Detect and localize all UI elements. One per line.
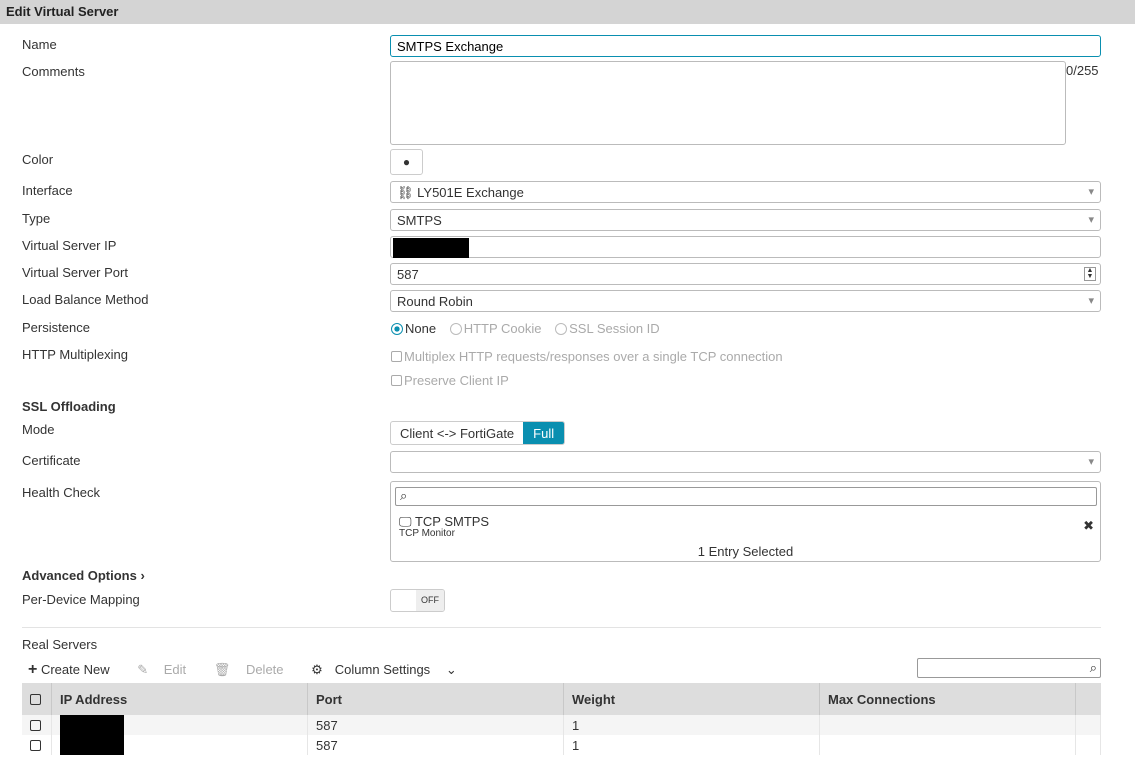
interface-value: LY501E Exchange [417, 185, 524, 200]
mode-label: Mode [22, 422, 55, 437]
real-servers-table: IP Address Port Weight Max Connections 5… [22, 683, 1101, 755]
health-item-sub: TCP Monitor [399, 528, 455, 539]
chevron-right-icon: › [140, 568, 145, 583]
comments-counter: 0/255 [1066, 63, 1099, 78]
lbm-label: Load Balance Method [22, 292, 149, 307]
advanced-options-toggle[interactable]: Advanced Options › [22, 568, 145, 583]
mode-toggle: Client <-> FortiGate Full [390, 421, 566, 445]
persistence-label: Persistence [22, 320, 90, 335]
redacted-block [60, 735, 124, 755]
health-search-input[interactable]: ⌕ [395, 487, 1097, 506]
vip-input[interactable] [390, 236, 1101, 258]
table-row[interactable]: 587 1 [22, 715, 1101, 735]
color-label: Color [22, 152, 54, 167]
color-picker-button[interactable]: ● [390, 149, 423, 175]
type-label: Type [22, 211, 51, 226]
cert-label: Certificate [22, 453, 81, 468]
interface-select[interactable]: ⛓ LY501E Exchange [390, 181, 1101, 203]
multiplex-checkbox[interactable]: Multiplex HTTP requests/responses over a… [391, 349, 783, 364]
name-label: Name [22, 37, 57, 52]
vport-value: 587 [397, 267, 419, 282]
lbm-value: Round Robin [397, 294, 473, 309]
http-mux-label: HTTP Multiplexing [22, 347, 128, 362]
network-icon: ⛓ [397, 185, 414, 200]
row-checkbox[interactable] [30, 719, 41, 731]
vip-label: Virtual Server IP [22, 238, 117, 253]
edit-button[interactable]: ✎ Edit [137, 662, 198, 677]
preserve-ip-checkbox[interactable]: Preserve Client IP [391, 373, 509, 388]
divider [22, 627, 1101, 628]
interface-label: Interface [22, 183, 73, 198]
redacted-block [393, 238, 469, 258]
vport-label: Virtual Server Port [22, 265, 128, 280]
name-input[interactable] [390, 35, 1101, 57]
col-max-conn[interactable]: Max Connections [819, 683, 1076, 715]
real-servers-label: Real Servers [22, 637, 98, 652]
col-weight[interactable]: Weight [563, 683, 820, 715]
vport-input[interactable]: 587 ▲ ▼ [390, 263, 1101, 285]
radio-ssl-session[interactable]: SSL Session ID [555, 321, 660, 336]
entries-selected: 1 Entry Selected [697, 544, 794, 559]
col-port[interactable]: Port [307, 683, 564, 715]
col-ip[interactable]: IP Address [51, 683, 308, 715]
toolbar: + Create New ✎ Edit 🗑 Delete ⚙ Column Set… [28, 661, 481, 679]
chevron-down-icon: ⌄ [445, 662, 457, 677]
persistence-radios: None HTTP Cookie SSL Session ID [391, 321, 660, 336]
ssl-heading: SSL Offloading [22, 399, 116, 414]
search-icon: ⌕ [400, 488, 408, 503]
edit-icon: ✎ [137, 662, 149, 677]
mode-full[interactable]: Full [523, 422, 565, 444]
redacted-block [60, 715, 124, 735]
monitor-icon: 🖵 [399, 514, 412, 529]
pdm-label: Per-Device Mapping [22, 592, 140, 607]
column-settings-button[interactable]: ⚙ Column Settings ⌄ [311, 662, 469, 677]
lbm-select[interactable]: Round Robin [390, 290, 1101, 312]
pdm-toggle[interactable]: OFF [390, 589, 445, 612]
search-icon: ⌕ [1089, 660, 1097, 675]
radio-none[interactable]: None [391, 321, 436, 336]
delete-button[interactable]: 🗑 Delete [214, 662, 296, 677]
mode-client-fortigate[interactable]: Client <-> FortiGate [391, 422, 523, 444]
table-row[interactable]: 587 1 [22, 735, 1101, 755]
table-search-input[interactable]: ⌕ [917, 658, 1101, 678]
certificate-select[interactable] [390, 451, 1101, 473]
type-select[interactable]: SMTPS [390, 209, 1101, 231]
health-label: Health Check [22, 485, 101, 500]
comments-textarea[interactable] [390, 61, 1066, 145]
plus-icon: + [28, 661, 38, 678]
spinner-icon[interactable]: ▲ ▼ [1084, 267, 1096, 281]
row-checkbox[interactable] [30, 739, 41, 751]
type-value: SMTPS [397, 213, 442, 228]
gear-icon: ⚙ [311, 662, 323, 677]
table-header: IP Address Port Weight Max Connections [22, 683, 1101, 715]
comments-label: Comments [22, 64, 85, 79]
select-all-checkbox[interactable] [30, 693, 41, 705]
remove-icon[interactable]: ✖ [1083, 518, 1094, 534]
trash-icon: 🗑 [213, 662, 231, 677]
health-check-box: ⌕ 🖵 TCP SMTPS TCP Monitor ✖ 1 Entry Sele… [390, 481, 1101, 562]
dialog-title: Edit Virtual Server [0, 0, 1135, 24]
palette-icon: ● [402, 155, 411, 169]
radio-http-cookie[interactable]: HTTP Cookie [449, 321, 542, 336]
create-new-button[interactable]: + Create New [28, 661, 122, 678]
